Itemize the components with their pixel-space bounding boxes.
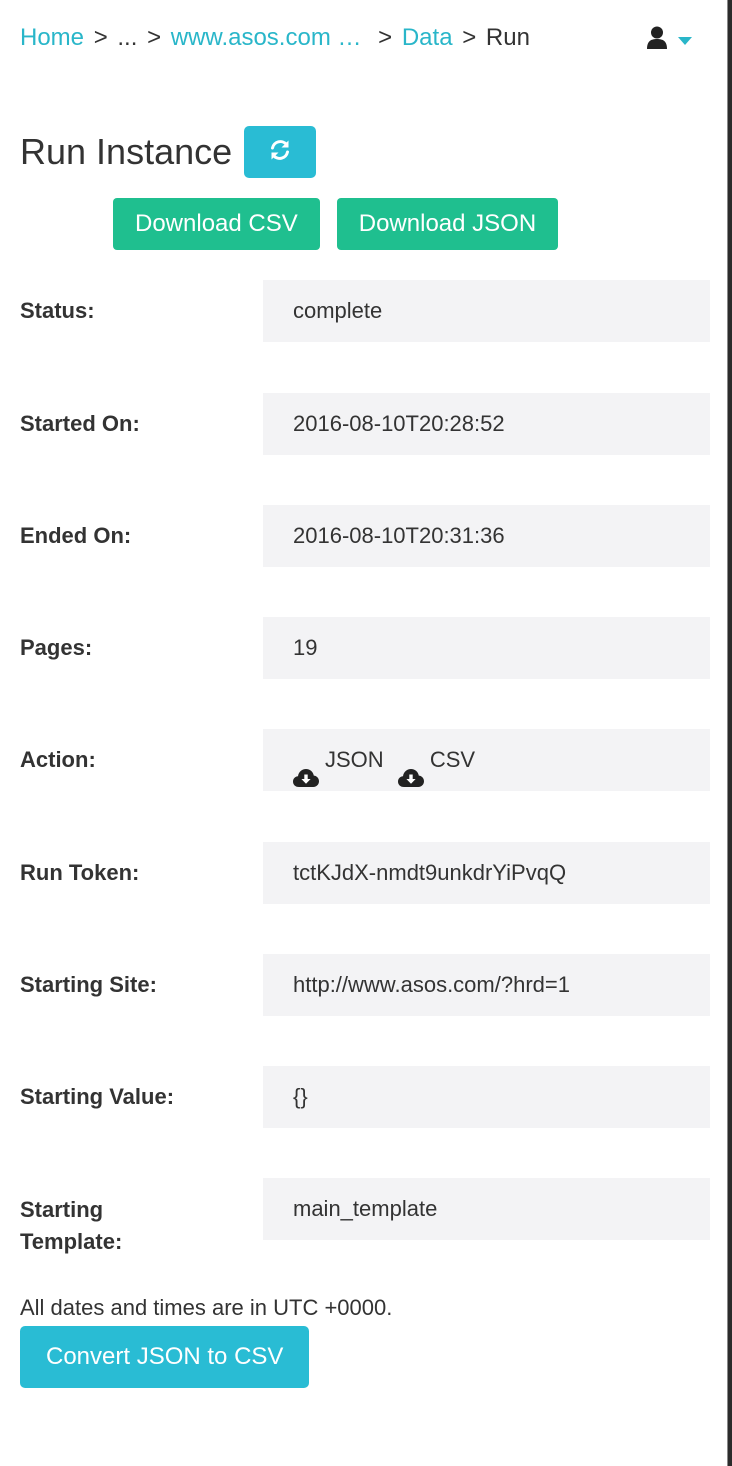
breadcrumb-separator: > xyxy=(462,24,477,51)
top-bar: Home > ... > www.asos.com … > Data > Run xyxy=(20,22,692,54)
action-value: JSON CSV xyxy=(263,729,710,791)
user-menu-toggle[interactable] xyxy=(646,24,692,52)
run-token-label: Run Token: xyxy=(20,860,140,885)
started-on-row: Started On: 2016-08-10T20:28:52 xyxy=(20,393,710,455)
breadcrumb-home-link[interactable]: Home xyxy=(20,24,84,51)
action-label: Action: xyxy=(20,747,96,772)
starting-site-value: http://www.asos.com/?hrd=1 xyxy=(263,954,710,1016)
action-json-link[interactable]: JSON xyxy=(293,729,384,791)
starting-template-label: Starting Template: xyxy=(20,1194,220,1258)
breadcrumb: Home > ... > www.asos.com … > Data > Run xyxy=(20,22,530,54)
starting-template-row: Starting Template: main_template xyxy=(20,1178,710,1262)
ended-on-label: Ended On: xyxy=(20,523,132,548)
starting-value-row: Starting Value: {} xyxy=(20,1066,710,1128)
pages-label: Pages: xyxy=(20,635,93,660)
pages-value: 19 xyxy=(263,617,710,679)
cloud-download-icon xyxy=(293,750,319,787)
download-csv-button[interactable]: Download CSV xyxy=(113,198,320,250)
breadcrumb-separator: > xyxy=(147,24,162,51)
user-icon xyxy=(646,26,668,50)
ended-on-value: 2016-08-10T20:31:36 xyxy=(263,505,710,567)
starting-template-value: main_template xyxy=(263,1178,710,1240)
starting-value-value: {} xyxy=(263,1066,710,1128)
breadcrumb-current: Run xyxy=(485,24,530,51)
caret-down-icon xyxy=(678,33,692,45)
breadcrumb-separator: > xyxy=(93,24,108,51)
title-row: Run Instance xyxy=(20,126,317,178)
cloud-download-icon xyxy=(397,750,424,787)
action-json-label: JSON xyxy=(325,747,384,772)
status-row: Status: complete xyxy=(20,280,710,342)
refresh-icon xyxy=(268,138,292,167)
run-token-value: tctKJdX-nmdt9unkdrYiPvqQ xyxy=(263,842,710,904)
action-row: Action: JSON CSV xyxy=(20,729,710,791)
starting-value-label: Starting Value: xyxy=(20,1084,175,1109)
ended-on-row: Ended On: 2016-08-10T20:31:36 xyxy=(20,505,710,567)
status-label: Status: xyxy=(20,298,95,323)
breadcrumb-site-link[interactable]: www.asos.com … xyxy=(171,24,362,51)
started-on-label: Started On: xyxy=(20,411,140,436)
breadcrumb-data-link[interactable]: Data xyxy=(402,24,453,51)
pages-row: Pages: 19 xyxy=(20,617,710,679)
run-token-row: Run Token: tctKJdX-nmdt9unkdrYiPvqQ xyxy=(20,842,710,904)
status-value: complete xyxy=(263,280,710,342)
breadcrumb-ellipsis: ... xyxy=(117,24,138,51)
started-on-value: 2016-08-10T20:28:52 xyxy=(263,393,710,455)
starting-site-label: Starting Site: xyxy=(20,972,157,997)
action-csv-label: CSV xyxy=(429,747,476,772)
starting-template-label-line1: Starting xyxy=(20,1197,104,1222)
action-csv-link[interactable]: CSV xyxy=(397,729,476,791)
starting-template-label-line2: Template: xyxy=(20,1229,123,1254)
page-title: Run Instance xyxy=(20,131,233,172)
refresh-button[interactable] xyxy=(244,126,317,178)
timezone-note: All dates and times are in UTC +0000. xyxy=(20,1295,393,1320)
starting-site-row: Starting Site: http://www.asos.com/?hrd=… xyxy=(20,954,710,1016)
convert-json-to-csv-button[interactable]: Convert JSON to CSV xyxy=(20,1326,310,1388)
download-json-button[interactable]: Download JSON xyxy=(336,198,559,250)
download-buttons: Download CSV Download JSON xyxy=(113,198,559,250)
window-edge xyxy=(728,0,732,1466)
breadcrumb-separator: > xyxy=(378,24,393,51)
